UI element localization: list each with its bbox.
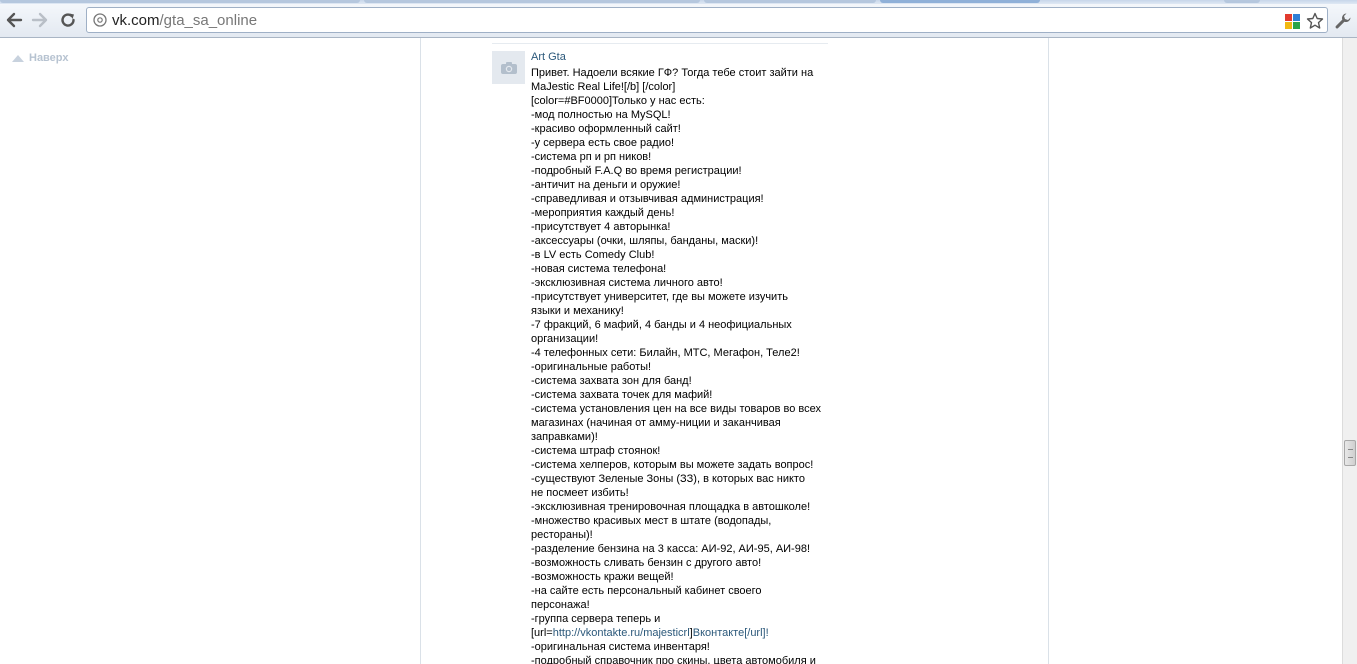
active-tab-edge[interactable] <box>880 0 1040 3</box>
post-text-line: -множество красивых мест в штате (водопа… <box>531 515 772 527</box>
tab-edge[interactable] <box>364 0 700 3</box>
post-text-line: -у сервера есть свое радио! <box>531 137 675 149</box>
reload-button[interactable] <box>56 8 80 32</box>
post-text-line: -эксклюзивная система личного авто! <box>531 277 723 289</box>
link-suffix: [/url]! <box>744 627 769 639</box>
post-text-line: -7 фракций, 6 мафий, 4 банды и 4 неофици… <box>531 319 792 331</box>
vkontakte-url-link[interactable]: http://vkontakte.ru/majesticrl <box>553 627 690 639</box>
post-text-line: магазинах (начиная от амму-ниции и закан… <box>531 417 781 429</box>
post-text-line: -присутствует 4 авторынка! <box>531 221 671 233</box>
globe-icon <box>93 13 107 27</box>
post-text-line: -система хелперов, которым вы можете зад… <box>531 459 814 471</box>
post-text-line: -возможность сливать бензин с другого ав… <box>531 557 762 569</box>
post-text-line: не посмеет избить! <box>531 487 629 499</box>
forward-arrow-icon <box>31 12 48 28</box>
post-text-line: MaJestic Real Life![/b] [/color] <box>531 81 676 93</box>
post-divider <box>492 43 828 44</box>
post-text-line: -красиво оформленный сайт! <box>531 123 681 135</box>
post-text-line: [color=#BF0000]Только у нас есть: <box>531 95 705 107</box>
post-text-line: -существуют Зеленые Зоны (ЗЗ), в которых… <box>531 473 805 485</box>
post-text-line: персонажа! <box>531 599 590 611</box>
post-text-line: -подробный справочник про скины, цвета а… <box>531 655 816 664</box>
post-text-line: -справедливая и отзывчивая администрация… <box>531 193 764 205</box>
browser-toolbar: vk.com/gta_sa_online <box>0 4 1357 38</box>
wrench-icon[interactable] <box>1334 12 1352 30</box>
post-text-line: -присутствует университет, где вы можете… <box>531 291 788 303</box>
post-text-line: заправками)! <box>531 431 598 443</box>
wall-post: Art Gta Привет. Надоели всякие ГФ? Тогда… <box>531 50 831 664</box>
post-text-line: -мероприятия каждый день! <box>531 207 675 219</box>
extension-icon[interactable] <box>1285 14 1300 29</box>
post-after-lines: -оригинальная система инвентаря! -подробн… <box>531 640 831 664</box>
tab-edge[interactable] <box>704 0 876 3</box>
page-viewport: Наверх Art Gta Привет. Надоели всякие ГФ… <box>0 38 1342 664</box>
link-prefix: [url= <box>531 627 553 639</box>
post-text-line: -система рп и рп ников! <box>531 151 652 163</box>
post-text-line: -группа сервера теперь и <box>531 613 661 625</box>
post-text-line: организации! <box>531 333 599 345</box>
scrollbar-thumb[interactable] <box>1344 440 1356 466</box>
post-text-line: -4 телефонных сети: Билайн, МТС, Мегафон… <box>531 347 800 359</box>
forward-button[interactable] <box>28 8 52 32</box>
back-arrow-icon <box>6 12 23 28</box>
reload-icon <box>61 13 75 27</box>
post-text-line: -мод полностью на MySQL! <box>531 109 671 121</box>
post-body-lines: Привет. Надоели всякие ГФ? Тогда тебе ст… <box>531 66 831 626</box>
post-text: Привет. Надоели всякие ГФ? Тогда тебе ст… <box>531 66 831 664</box>
up-arrow-icon <box>12 54 24 62</box>
post-text-line: -разделение бензина на 3 касса: АИ-92, А… <box>531 543 811 555</box>
bookmark-star-icon[interactable] <box>1306 12 1324 30</box>
address-bar[interactable]: vk.com/gta_sa_online <box>86 7 1328 33</box>
post-author-link[interactable]: Art Gta <box>531 50 831 66</box>
post-text-line: -система захвата точек для мафий! <box>531 389 713 401</box>
avatar[interactable] <box>492 51 525 84</box>
wall-column: Art Gta Привет. Надоели всякие ГФ? Тогда… <box>420 38 1049 664</box>
post-text-line: -подробный F.A.Q во время регистрации! <box>531 165 742 177</box>
back-button[interactable] <box>2 8 26 32</box>
post-text-line: Привет. Надоели всякие ГФ? Тогда тебе ст… <box>531 67 814 79</box>
post-text-line: языки и механику! <box>531 305 624 317</box>
post-text-line: рестораны)! <box>531 529 593 541</box>
vkontakte-label-link[interactable]: Вконтакте <box>693 627 744 639</box>
post-link-line: [url=http://vkontakte.ru/majesticrl]Вкон… <box>531 626 831 640</box>
post-text-line: -в LV есть Comedy Club! <box>531 249 655 261</box>
post-text-line: -система установления цен на все виды то… <box>531 403 821 415</box>
post-text-line: -эксклюзивная тренировочная площадка в а… <box>531 501 811 513</box>
back-to-top-link[interactable]: Наверх <box>12 52 69 64</box>
post-text-line: -античит на деньги и оружие! <box>531 179 681 191</box>
post-text-line: -оригинальная система инвентаря! <box>531 641 710 653</box>
post-text-line: -новая система телефона! <box>531 263 667 275</box>
url-host: vk.com <box>112 12 160 29</box>
post-text-line: -оригинальные работы! <box>531 361 652 373</box>
post-text-line: -система захвата зон для банд! <box>531 375 692 387</box>
tab-edge[interactable] <box>0 0 360 3</box>
post-text-line: -возможность кражи вещей! <box>531 571 674 583</box>
camera-icon <box>500 61 517 74</box>
post-text-line: -на сайте есть персональный кабинет свое… <box>531 585 762 597</box>
post-text-line: -аксессуары (очки, шляпы, банданы, маски… <box>531 235 759 247</box>
new-tab-edge[interactable] <box>1224 0 1260 3</box>
back-to-top-label: Наверх <box>29 52 69 64</box>
post-text-line: -система штраф стоянок! <box>531 445 661 457</box>
vertical-scrollbar[interactable] <box>1342 38 1357 664</box>
url-path: /gta_sa_online <box>159 12 258 29</box>
url-text[interactable]: vk.com/gta_sa_online <box>112 12 257 29</box>
